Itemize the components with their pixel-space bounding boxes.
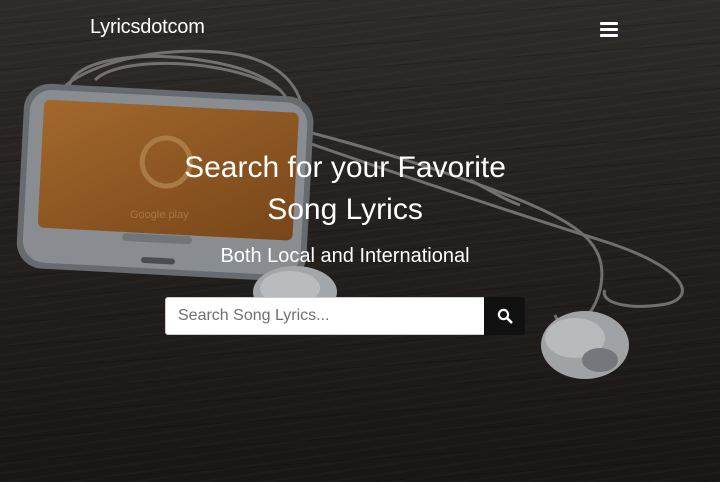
hamburger-menu-icon	[596, 22, 622, 37]
search-button[interactable]	[484, 297, 525, 335]
search-icon	[497, 308, 512, 324]
search-input[interactable]	[165, 297, 484, 335]
hero-subheadline: Both Local and International	[220, 245, 470, 267]
brand-logo-link[interactable]: Lyricsdotcom	[90, 16, 205, 39]
navbar: Lyricsdotcom	[0, 0, 720, 56]
hero-headline: Search for your Favorite Song Lyrics	[184, 151, 506, 226]
search-form	[165, 297, 525, 335]
hero-overlay	[0, 0, 720, 482]
hero-section: Google play Lyricsdotcom Search for your…	[0, 0, 720, 482]
hamburger-menu-button[interactable]	[596, 16, 622, 40]
